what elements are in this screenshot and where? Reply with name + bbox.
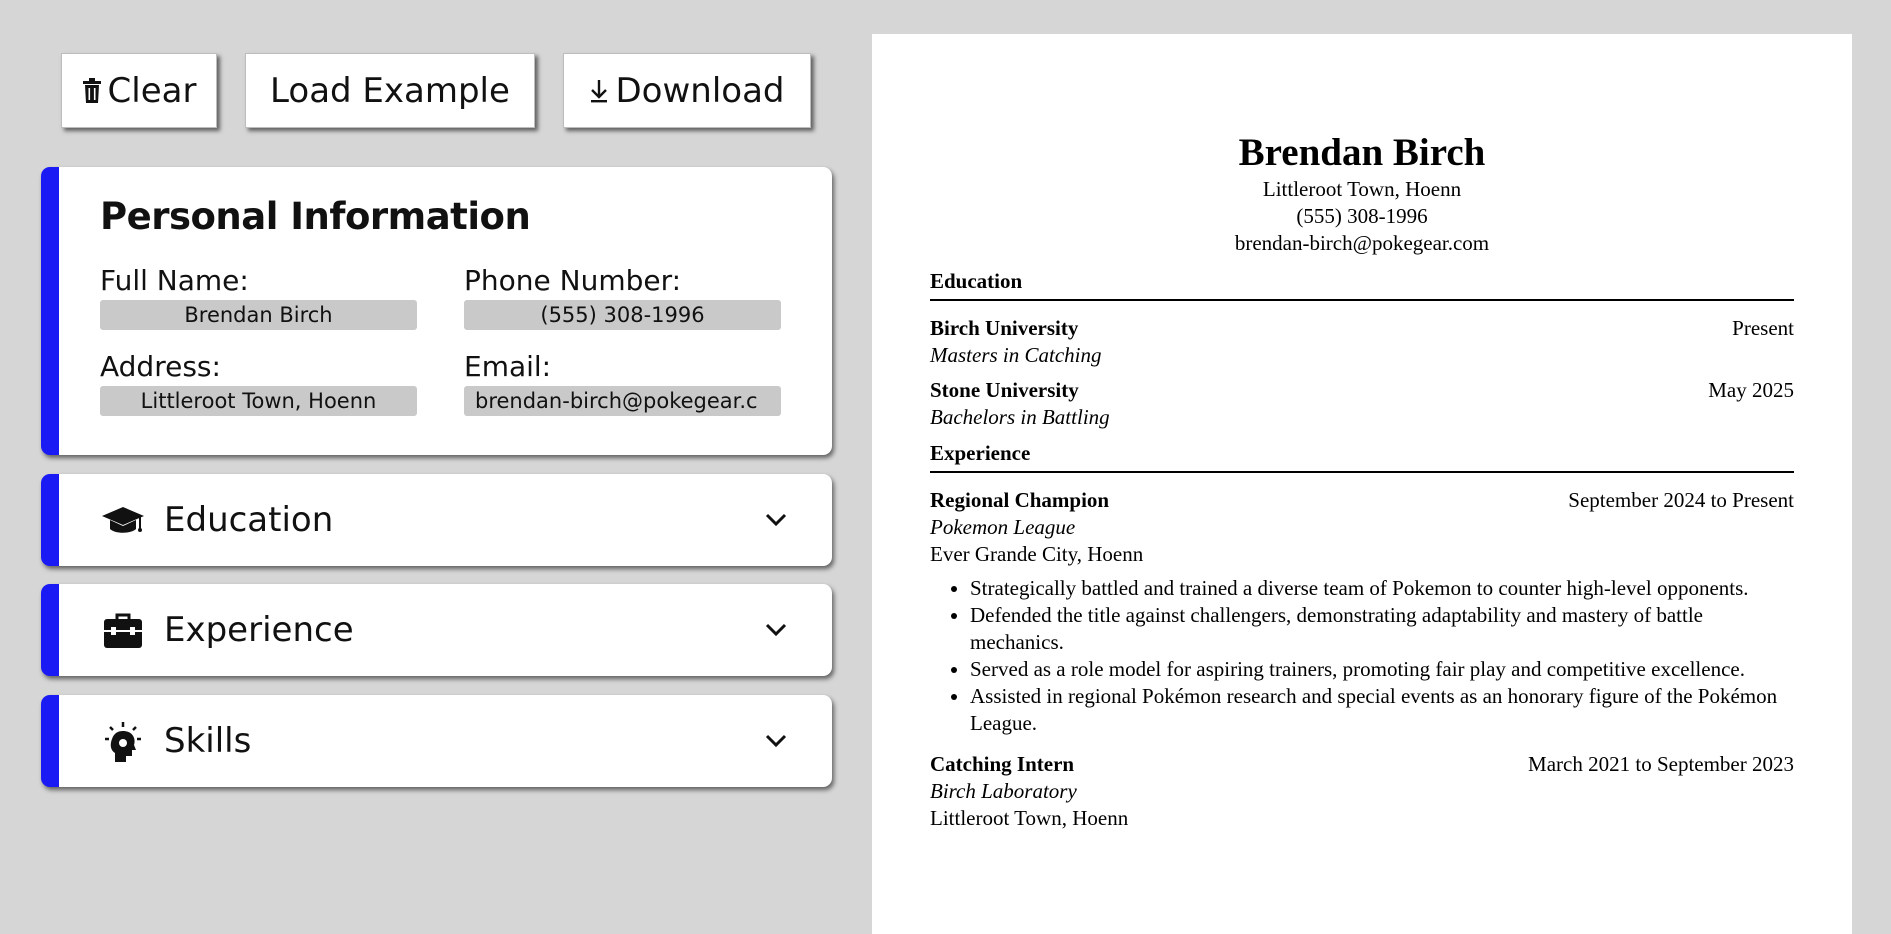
education-section-label: Education (164, 500, 334, 540)
chevron-down-icon[interactable] (761, 505, 791, 535)
experience-entry: Regional Champion September 2024 to Pres… (930, 487, 1794, 737)
experience-date: September 2024 to Present (1568, 488, 1794, 512)
address-group: Address: Littleroot Town, Hoenn (100, 350, 417, 416)
skills-section-label: Skills (164, 721, 252, 761)
experience-bullet: Strategically battled and trained a dive… (970, 575, 1794, 602)
experience-org: Pokemon League (930, 515, 1076, 539)
download-button[interactable]: Download (563, 53, 811, 128)
resume-phone: (555) 308-1996 (1296, 204, 1428, 228)
toolbar: Clear Load Example Download (61, 53, 811, 128)
experience-title: Regional Champion (930, 488, 1110, 512)
experience-section-header[interactable]: Experience (41, 584, 832, 676)
personal-information-card: Personal Information Full Name: Brendan … (41, 167, 832, 455)
resume-email: brendan-birch@pokegear.com (1234, 231, 1490, 255)
email-group: Email: brendan-birch@pokegear.c (464, 350, 781, 416)
experience-bullet: Assisted in regional Pokémon research an… (970, 683, 1794, 737)
download-label: Download (615, 70, 785, 111)
experience-bullet: Served as a role model for aspiring trai… (970, 656, 1794, 683)
load-example-label: Load Example (270, 70, 510, 111)
resume-name: Brendan Birch (1238, 131, 1486, 174)
education-school: Stone University (930, 378, 1079, 402)
skills-section-header[interactable]: Skills (41, 695, 832, 787)
phone-group: Phone Number: (555) 308-1996 (464, 264, 781, 330)
email-label: Email: (464, 350, 552, 383)
experience-title: Catching Intern (930, 752, 1075, 776)
full-name-group: Full Name: Brendan Birch (100, 264, 417, 330)
experience-entry-header: Catching Intern March 2021 to September … (930, 751, 1794, 778)
education-entry: Stone University May 2025 Bachelors in B… (930, 377, 1794, 431)
experience-bullets: Strategically battled and trained a dive… (930, 575, 1794, 737)
resume-education-heading: Education (930, 269, 1794, 301)
chevron-down-icon[interactable] (761, 615, 791, 645)
experience-location: Ever Grande City, Hoenn (930, 542, 1144, 566)
education-entry-header: Birch University Present (930, 315, 1794, 342)
education-entry: Birch University Present Masters in Catc… (930, 315, 1794, 369)
head-idea-icon (100, 718, 146, 764)
experience-date: March 2021 to September 2023 (1528, 752, 1794, 776)
full-name-label: Full Name: (100, 264, 249, 297)
address-field[interactable]: Littleroot Town, Hoenn (100, 386, 417, 416)
experience-location: Littleroot Town, Hoenn (930, 806, 1129, 830)
experience-entry-header: Regional Champion September 2024 to Pres… (930, 487, 1794, 514)
download-icon (589, 78, 609, 104)
personal-information-title: Personal Information (100, 195, 531, 238)
education-degree: Masters in Catching (930, 343, 1102, 367)
load-example-button[interactable]: Load Example (245, 53, 535, 128)
phone-label: Phone Number: (464, 264, 682, 297)
experience-org: Birch Laboratory (930, 779, 1077, 803)
phone-field[interactable]: (555) 308-1996 (464, 300, 781, 330)
graduation-cap-icon (100, 497, 146, 543)
education-degree: Bachelors in Battling (930, 405, 1110, 429)
experience-bullet: Defended the title against challengers, … (970, 602, 1794, 656)
education-date: May 2025 (1708, 378, 1794, 402)
education-entry-header: Stone University May 2025 (930, 377, 1794, 404)
chevron-down-icon[interactable] (761, 726, 791, 756)
education-section-header[interactable]: Education (41, 474, 832, 566)
resume-address: Littleroot Town, Hoenn (1262, 177, 1462, 201)
resume-experience-heading: Experience (930, 441, 1794, 473)
address-label: Address: (100, 350, 221, 383)
trash-icon (82, 77, 102, 104)
education-school: Birch University (930, 316, 1079, 340)
email-field[interactable]: brendan-birch@pokegear.c (464, 386, 781, 416)
experience-section-label: Experience (164, 610, 354, 650)
education-date: Present (1732, 316, 1794, 340)
clear-button[interactable]: Clear (61, 53, 217, 128)
personal-fields: Full Name: Brendan Birch Phone Number: (… (100, 264, 782, 416)
resume-preview: Brendan Birch Littleroot Town, Hoenn (55… (872, 34, 1852, 934)
briefcase-icon (100, 607, 146, 653)
full-name-field[interactable]: Brendan Birch (100, 300, 417, 330)
clear-label: Clear (107, 70, 197, 111)
experience-entry: Catching Intern March 2021 to September … (930, 751, 1794, 832)
